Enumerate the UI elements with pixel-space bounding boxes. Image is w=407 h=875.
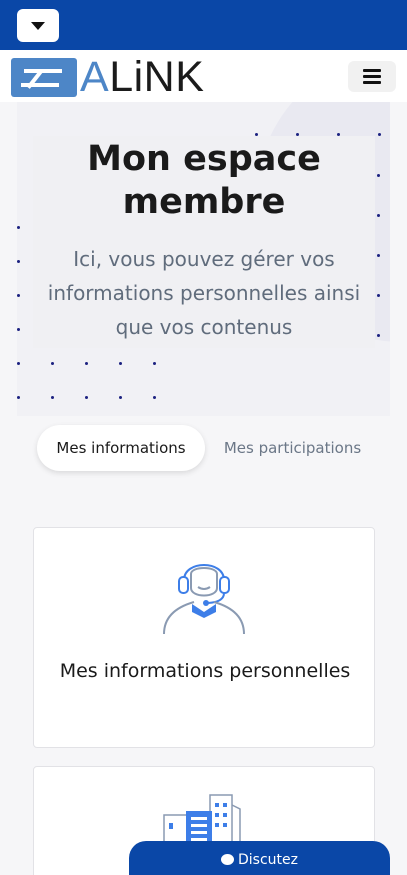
page-subtitle: Ici, vous pouvez gérer vos informations … [47,247,361,339]
decor-dot [85,396,88,399]
decor-dot [85,362,88,365]
alink-logo[interactable]: ALiNK [11,53,205,101]
hero-section: Mon espace membre Ici, vous pouvez gérer… [17,102,390,416]
menu-button[interactable] [348,61,396,92]
card-title: Mes informations personnelles [59,660,351,682]
support-agent-icon [163,564,245,634]
logo-text-a: A [80,53,110,101]
decor-dot [51,396,54,399]
decor-dot [377,214,380,217]
decor-dot [119,396,122,399]
chat-bubble-icon [221,854,234,865]
logo-text-link: LiNK [109,53,205,101]
decor-dot [377,334,380,337]
decor-dot [17,362,20,365]
decor-dot [17,396,20,399]
decor-dot [119,362,122,365]
tab-mes-informations[interactable]: Mes informations [37,425,205,471]
decor-dot [377,294,380,297]
logo-mark [11,57,77,97]
tab-bar: Mes informations Mes participations [37,425,370,471]
dropdown-toggle-button[interactable] [17,9,59,42]
site-header: ALiNK [0,50,407,102]
decor-dot [17,328,20,331]
decor-dot [51,362,54,365]
decor-dot [17,226,20,229]
decor-dot [153,396,156,399]
decor-dot [378,133,381,136]
chat-button[interactable]: Discutez [129,841,390,875]
chat-label: Discutez [238,852,298,868]
decor-dot [153,362,156,365]
decor-dot [377,174,380,177]
tab-mes-participations[interactable]: Mes participations [215,425,370,471]
card-personal-info[interactable]: Mes informations personnelles [33,527,375,748]
decor-dot [17,294,20,297]
page-title: Mon espace membre [87,139,321,222]
top-bar [0,0,407,50]
decor-dot [377,254,380,257]
hamburger-icon [363,69,381,72]
dot-pattern [17,102,381,399]
decor-dot [17,260,20,263]
